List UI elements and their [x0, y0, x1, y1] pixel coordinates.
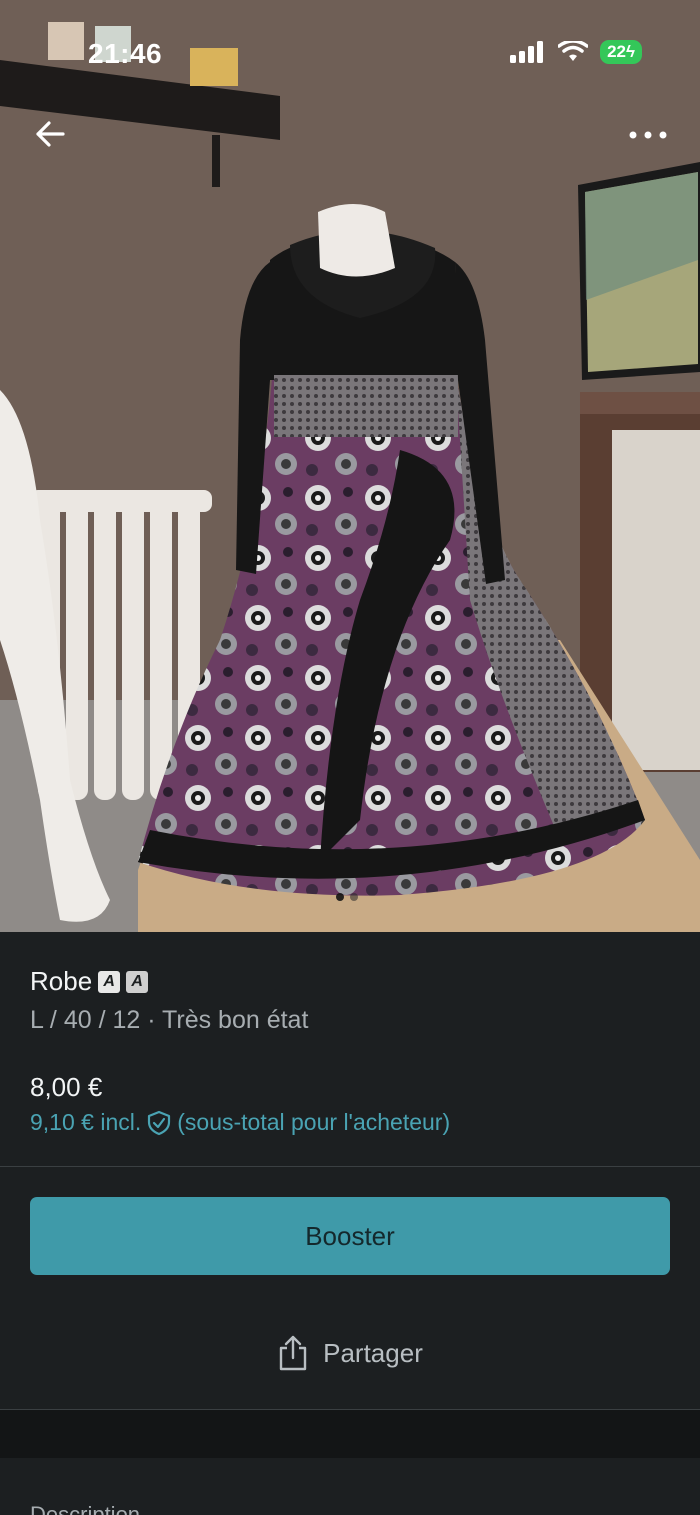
- carousel-dot[interactable]: [350, 893, 358, 901]
- item-info-section: Robe A A L / 40 / 12 · Très bon état 8,0…: [0, 932, 700, 1166]
- item-photo[interactable]: [0, 0, 700, 932]
- battery-indicator: 22ϟ: [600, 40, 642, 64]
- item-price: 8,00 €: [30, 1072, 103, 1102]
- shield-check-icon: [148, 1110, 171, 1135]
- status-time: 21:46: [88, 38, 163, 69]
- share-icon: [279, 1335, 307, 1371]
- more-horizontal-icon: [629, 131, 667, 139]
- pencil-edit-icon[interactable]: A: [98, 970, 121, 993]
- more-options-button[interactable]: [626, 118, 670, 152]
- buyer-price-link[interactable]: 9,10 € incl. (sous-total pour l'acheteur…: [30, 1109, 450, 1136]
- booster-button[interactable]: Booster: [30, 1197, 670, 1275]
- status-icons: 22ϟ: [510, 40, 642, 64]
- battery-level: 22: [607, 42, 626, 61]
- wifi-icon: [558, 41, 589, 61]
- buyer-price-note: (sous-total pour l'acheteur): [177, 1109, 451, 1135]
- section-gap: [0, 1410, 700, 1458]
- translate-icon[interactable]: A: [126, 970, 149, 993]
- description-section: Description: [0, 1458, 700, 1515]
- cellular-signal-icon: [510, 41, 544, 63]
- back-button[interactable]: [30, 114, 70, 154]
- dress-photo-illustration: [0, 0, 700, 932]
- carousel-dot-active[interactable]: [336, 893, 344, 901]
- carousel-indicator: [336, 893, 358, 901]
- item-title: Robe: [30, 966, 93, 996]
- buyer-price: 9,10 € incl.: [30, 1109, 142, 1135]
- description-label: Description: [30, 1502, 141, 1515]
- share-label: Partager: [323, 1337, 423, 1368]
- charging-bolt-icon: ϟ: [626, 42, 635, 61]
- item-title-row: Robe A A: [30, 966, 149, 997]
- item-details: L / 40 / 12 · Très bon état: [30, 1006, 309, 1034]
- actions-section: Booster Partager: [0, 1167, 700, 1409]
- share-button[interactable]: Partager: [0, 1313, 700, 1393]
- arrow-left-icon: [36, 121, 65, 147]
